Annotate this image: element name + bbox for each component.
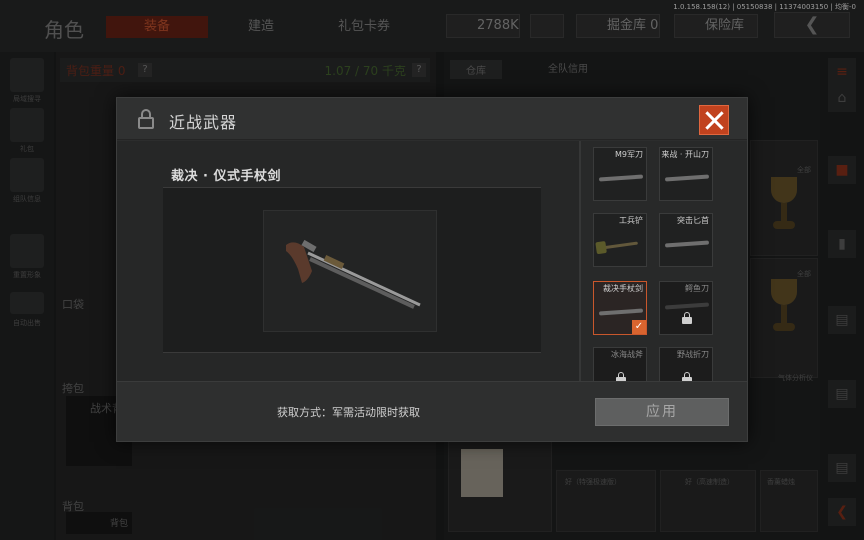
weapon-preview <box>163 187 541 353</box>
knife-icon <box>664 302 710 310</box>
weapon-image-frame <box>263 210 437 332</box>
weapon-preview-area: 裁决 · 仪式手杖剑 <box>117 141 579 381</box>
selected-weapon-name: 裁决 · 仪式手杖剑 <box>171 169 281 184</box>
weapon-item[interactable]: 工兵铲 <box>593 213 647 267</box>
dialog-title: 近战武器 <box>169 113 238 132</box>
lock-icon <box>137 109 155 129</box>
weapon-item-label: 工兵铲 <box>619 216 643 225</box>
shovel-icon <box>601 241 639 250</box>
cane-sword-icon <box>598 308 644 316</box>
machete-icon <box>664 174 710 182</box>
weapon-list: M9军刀 来战 · 开山刀 工兵铲 突击匕首 裁决手杖剑 ✓ 鳄鱼刀 冰海战斧 <box>579 141 747 381</box>
weapon-item-label: 裁决手杖剑 <box>603 284 643 293</box>
dagger-icon <box>664 240 710 248</box>
dialog-header: 近战武器 <box>117 98 747 140</box>
apply-button[interactable]: 应用 <box>595 398 729 426</box>
melee-weapon-dialog: 近战武器 裁决 · 仪式手杖剑 M9军刀 来战 · 开山刀 工兵铲 突击匕首 裁… <box>116 97 748 442</box>
weapon-item[interactable]: 来战 · 开山刀 <box>659 147 713 201</box>
close-button[interactable] <box>699 105 729 135</box>
weapon-item-label: 来战 · 开山刀 <box>661 150 709 159</box>
lock-icon <box>682 312 692 324</box>
lock-icon <box>682 372 692 381</box>
dialog-footer: 获取方式：军需活动限时获取 应用 <box>117 381 747 441</box>
knife-icon <box>598 174 644 182</box>
weapon-item[interactable]: M9军刀 <box>593 147 647 201</box>
acquire-method-text: 获取方式：军需活动限时获取 <box>277 406 420 419</box>
weapon-item-locked[interactable]: 冰海战斧 <box>593 347 647 381</box>
weapon-item-locked[interactable]: 野战折刀 <box>659 347 713 381</box>
weapon-item-label: M9军刀 <box>615 150 643 159</box>
cane-sword-image <box>286 239 421 309</box>
weapon-item-locked[interactable]: 鳄鱼刀 <box>659 281 713 335</box>
weapon-item[interactable]: 突击匕首 <box>659 213 713 267</box>
divider <box>579 141 581 381</box>
weapon-item-selected[interactable]: 裁决手杖剑 ✓ <box>593 281 647 335</box>
checkmark-icon: ✓ <box>632 320 646 334</box>
weapon-item-label: 突击匕首 <box>677 216 709 225</box>
lock-icon <box>616 372 626 381</box>
weapon-item-label: 冰海战斧 <box>611 350 643 359</box>
weapon-item-label: 野战折刀 <box>677 350 709 359</box>
weapon-item-label: 鳄鱼刀 <box>685 284 709 293</box>
